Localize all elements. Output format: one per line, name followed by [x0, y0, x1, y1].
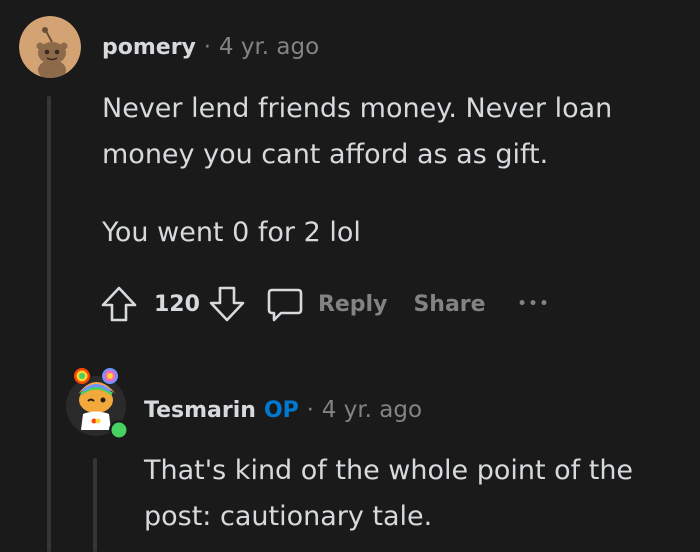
reply-button[interactable]: Reply — [264, 283, 388, 325]
snoo-avatar-icon — [19, 16, 81, 78]
comment-body-line: You went 0 for 2 lol — [102, 217, 361, 248]
snoo-rainbow-avatar-icon — [66, 368, 129, 440]
upvote-arrow-icon — [101, 286, 137, 322]
comment-actions: 120 Reply Share ••• — [98, 282, 550, 326]
comment-body-line: money you cant afford as as gift. — [102, 139, 549, 170]
upvote-button[interactable] — [98, 283, 140, 325]
reply-label: Reply — [317, 291, 388, 317]
downvote-button[interactable] — [206, 283, 248, 325]
op-badge: OP — [263, 398, 299, 423]
downvote-arrow-icon — [209, 286, 245, 322]
reply-body-line: post: cautionary tale. — [144, 501, 433, 532]
reply-thread-line[interactable] — [93, 458, 97, 552]
comment-bubble-icon — [267, 288, 303, 322]
reply-meta: Tesmarin OP · 4 yr. ago — [144, 397, 422, 423]
comment-body-line: Never lend friends money. Never loan — [102, 93, 613, 124]
thread-line[interactable] — [47, 96, 51, 552]
share-button[interactable]: Share — [413, 292, 485, 317]
timestamp[interactable]: 4 yr. ago — [219, 34, 319, 60]
reply-avatar[interactable] — [66, 364, 134, 442]
comment-meta: pomery · 4 yr. ago — [102, 34, 319, 60]
reply-body-line: That's kind of the whole point of the — [144, 455, 634, 486]
vote-count: 120 — [154, 291, 200, 317]
reply-timestamp[interactable]: 4 yr. ago — [322, 397, 422, 423]
username[interactable]: pomery — [102, 35, 196, 60]
avatar[interactable] — [19, 16, 81, 78]
separator-dot: · — [203, 35, 211, 60]
more-options-button[interactable]: ••• — [518, 296, 551, 312]
separator-dot: · — [306, 398, 314, 423]
reply-username[interactable]: Tesmarin — [144, 398, 256, 423]
